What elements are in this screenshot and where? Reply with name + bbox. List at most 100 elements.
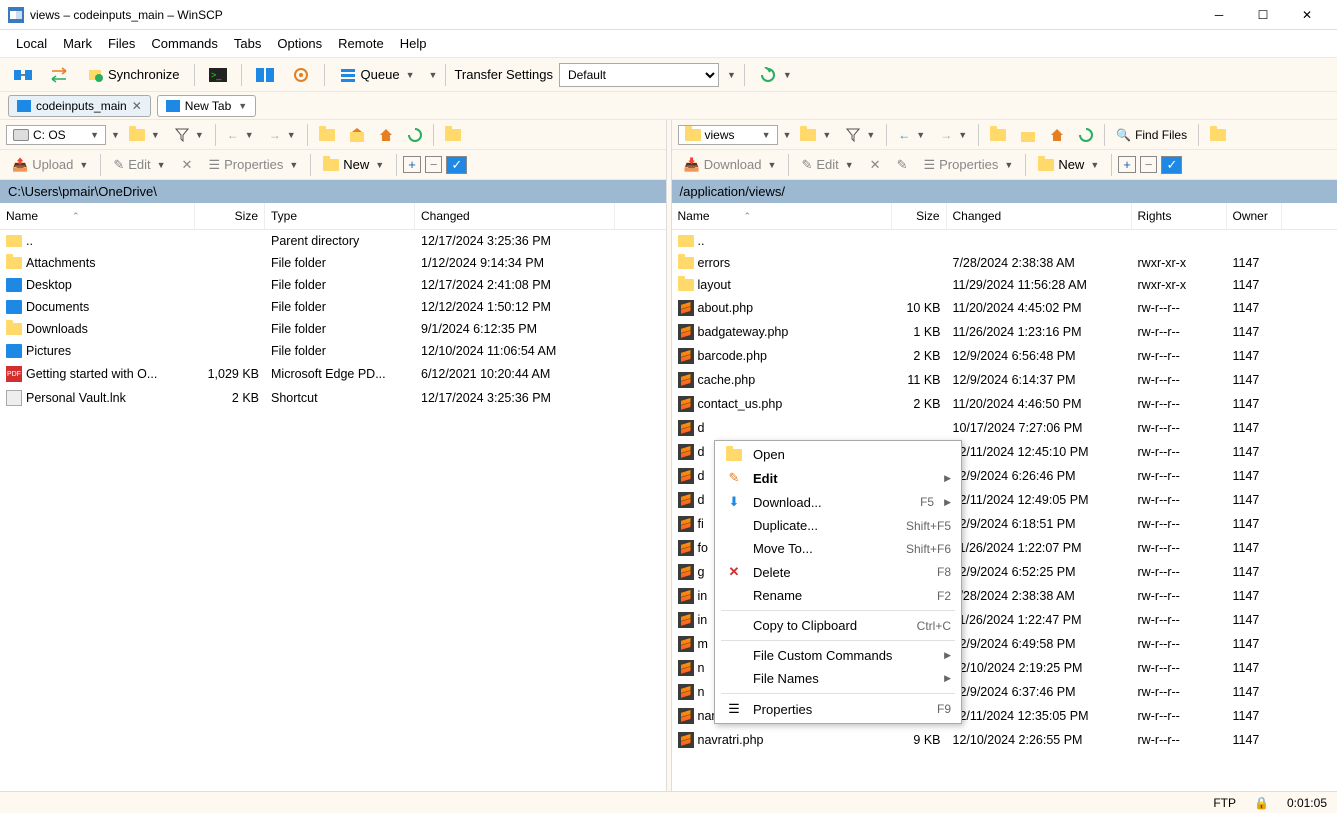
sync-dirs-button[interactable] [44, 64, 74, 86]
compare-button[interactable] [8, 64, 38, 86]
context-menu-item[interactable]: ☰PropertiesF9 [717, 697, 959, 721]
file-row[interactable]: about.php10 KB11/20/2024 4:45:02 PMrw-r-… [672, 296, 1337, 320]
col-name[interactable]: Name ⌃ [672, 203, 892, 229]
queue-button[interactable]: Queue▼ [333, 64, 421, 86]
session-tab[interactable]: codeinputs_main✕ [8, 95, 151, 117]
session-tab[interactable]: New Tab▼ [157, 95, 256, 117]
close-button[interactable]: ✕ [1285, 0, 1329, 30]
file-row[interactable]: barcode.php2 KB12/9/2024 6:56:48 PMrw-r-… [672, 344, 1337, 368]
local-open-folder-button[interactable]: ▼ [123, 126, 166, 144]
menu-local[interactable]: Local [8, 32, 55, 55]
menu-remote[interactable]: Remote [330, 32, 392, 55]
local-path[interactable]: C:\Users\pmair\OneDrive\ [0, 180, 666, 203]
menu-options[interactable]: Options [269, 32, 330, 55]
remote-filter-button[interactable]: ▼ [840, 125, 881, 145]
file-row[interactable]: contact_us.php2 KB11/20/2024 4:46:50 PMr… [672, 392, 1337, 416]
queue-dropdown[interactable]: ▼ [429, 70, 438, 80]
remote-edit-button[interactable]: ✎ Edit▼ [795, 155, 859, 175]
local-back-button[interactable]: ←▼ [221, 125, 260, 145]
find-files-button[interactable]: 🔍 Find Files [1110, 125, 1193, 145]
local-up-button[interactable] [313, 126, 341, 144]
remote-root-button[interactable] [1015, 125, 1041, 145]
remote-home-button[interactable] [1044, 125, 1070, 145]
transfer-dropdown[interactable]: ▼ [727, 70, 736, 80]
menu-help[interactable]: Help [392, 32, 435, 55]
file-row[interactable]: DownloadsFile folder9/1/2024 6:12:35 PM [0, 318, 666, 340]
local-delete-button[interactable]: ✕ [176, 155, 199, 175]
col-name[interactable]: Name ⌃ [0, 203, 195, 229]
remote-open-folder-button[interactable]: ▼ [794, 126, 837, 144]
menu-files[interactable]: Files [100, 32, 143, 55]
file-row[interactable]: PDFGetting started with O...1,029 KBMicr… [0, 362, 666, 386]
remote-up-button[interactable] [984, 126, 1012, 144]
local-forward-button[interactable]: →▼ [263, 125, 302, 145]
local-plus-button[interactable]: + [403, 156, 421, 173]
remote-refresh-button[interactable] [1073, 125, 1099, 145]
remote-rename-button[interactable]: ✎ [891, 155, 914, 175]
remote-back-button[interactable]: ←▼ [892, 125, 931, 145]
local-edit-button[interactable]: ✎ Edit▼ [107, 155, 171, 175]
minimize-button[interactable]: ─ [1197, 0, 1241, 30]
remote-path[interactable]: /application/views/ [672, 180, 1337, 203]
local-refresh-button[interactable] [402, 125, 428, 145]
menu-commands[interactable]: Commands [143, 32, 225, 55]
local-new-button[interactable]: New▼ [317, 155, 390, 174]
context-menu-item[interactable]: Open [717, 443, 959, 466]
remote-delete-button[interactable]: ✕ [864, 155, 887, 175]
col-changed[interactable]: Changed [415, 203, 615, 229]
file-row[interactable]: DesktopFile folder12/17/2024 2:41:08 PM [0, 274, 666, 296]
file-row[interactable]: errors7/28/2024 2:38:38 AMrwxr-xr-x1147 [672, 252, 1337, 274]
local-filter-button[interactable]: ▼ [169, 125, 210, 145]
context-menu-item[interactable]: Move To...Shift+F6 [717, 537, 959, 560]
file-row[interactable]: AttachmentsFile folder1/12/2024 9:14:34 … [0, 252, 666, 274]
remote-props-button[interactable]: ☰ Properties▼ [917, 155, 1019, 175]
col-owner[interactable]: Owner [1227, 203, 1282, 229]
maximize-button[interactable]: ☐ [1241, 0, 1285, 30]
file-row[interactable]: PicturesFile folder12/10/2024 11:06:54 A… [0, 340, 666, 362]
context-menu-item[interactable]: ⬇Download...F5▶ [717, 490, 959, 514]
col-size[interactable]: Size [892, 203, 947, 229]
col-rights[interactable]: Rights [1132, 203, 1227, 229]
toggle-button[interactable] [250, 64, 280, 86]
local-drive-select[interactable]: C: OS▼ [6, 125, 106, 145]
local-check-button[interactable]: ✓ [446, 156, 467, 174]
context-menu-item[interactable]: ✕DeleteF8 [717, 560, 959, 584]
context-menu-item[interactable]: Copy to ClipboardCtrl+C [717, 614, 959, 637]
close-tab-icon[interactable]: ✕ [132, 99, 142, 113]
col-changed[interactable]: Changed [947, 203, 1132, 229]
context-menu-item[interactable]: File Names▶ [717, 667, 959, 690]
file-row[interactable]: DocumentsFile folder12/12/2024 1:50:12 P… [0, 296, 666, 318]
file-row[interactable]: Personal Vault.lnk2 KBShortcut12/17/2024… [0, 386, 666, 410]
remote-new-button[interactable]: New▼ [1032, 155, 1105, 174]
file-row[interactable]: .. [672, 230, 1337, 252]
context-menu-item[interactable]: Duplicate...Shift+F5 [717, 514, 959, 537]
local-home-button[interactable] [373, 125, 399, 145]
synchronize-button[interactable]: Synchronize [80, 64, 186, 86]
file-row[interactable]: navratri.php9 KB12/10/2024 2:26:55 PMrw-… [672, 728, 1337, 752]
local-file-list[interactable]: Name ⌃ Size Type Changed ..Parent direct… [0, 203, 666, 791]
remote-dir-select[interactable]: views▼ [678, 125, 778, 145]
col-type[interactable]: Type [265, 203, 415, 229]
context-menu-item[interactable]: ✎Edit▶ [717, 466, 959, 490]
remote-plus-button[interactable]: + [1118, 156, 1136, 173]
transfer-settings-select[interactable]: Default [559, 63, 719, 87]
context-menu-item[interactable]: RenameF2 [717, 584, 959, 607]
settings-button[interactable] [286, 64, 316, 86]
remote-minus-button[interactable]: − [1140, 156, 1158, 173]
file-row[interactable]: cache.php11 KB12/9/2024 6:14:37 PMrw-r--… [672, 368, 1337, 392]
file-row[interactable]: badgateway.php1 KB11/26/2024 1:23:16 PMr… [672, 320, 1337, 344]
terminal-button[interactable]: >_ [203, 64, 233, 86]
upload-button[interactable]: 📤 Upload▼ [6, 155, 94, 175]
remote-check-button[interactable]: ✓ [1161, 156, 1182, 174]
download-button[interactable]: 📥 Download▼ [678, 155, 783, 175]
remote-forward-button[interactable]: →▼ [934, 125, 973, 145]
context-menu-item[interactable]: File Custom Commands▶ [717, 644, 959, 667]
local-root-button[interactable] [344, 125, 370, 145]
local-bookmark-button[interactable] [439, 126, 467, 144]
menu-tabs[interactable]: Tabs [226, 32, 269, 55]
remote-bookmark-button[interactable] [1204, 126, 1232, 144]
file-row[interactable]: ..Parent directory12/17/2024 3:25:36 PM [0, 230, 666, 252]
file-row[interactable]: d10/17/2024 7:27:06 PMrw-r--r--1147 [672, 416, 1337, 440]
local-minus-button[interactable]: − [425, 156, 443, 173]
menu-mark[interactable]: Mark [55, 32, 100, 55]
